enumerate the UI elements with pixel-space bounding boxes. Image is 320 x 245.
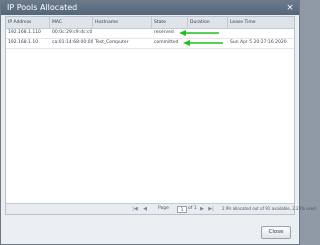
allocated-ip-table: IP Address MAC Hostname State Duration L… — [5, 16, 316, 215]
cell-hostname — [93, 28, 152, 38]
column-header-duration[interactable]: Duration — [188, 17, 228, 28]
next-page-icon[interactable]: ▶ — [199, 206, 205, 212]
close-icon[interactable]: × — [285, 3, 295, 13]
column-header-lease-time[interactable]: Lease Time — [228, 17, 294, 28]
column-header-hostname[interactable]: Hostname — [93, 17, 152, 28]
cell-mac: 00:0c:29:c9:dc:c0 — [52, 30, 93, 35]
column-header-mac[interactable]: MAC — [50, 17, 93, 28]
cell-hostname: Test_Computer — [95, 40, 129, 45]
column-header-state[interactable]: State — [152, 17, 188, 28]
column-header-ip-address[interactable]: IP Address — [6, 17, 50, 28]
dialog-title: IP Pools Allocated — [7, 3, 78, 12]
cell-lease-time — [228, 28, 294, 38]
close-button[interactable]: Close — [261, 226, 291, 239]
annotation-arrow-icon — [179, 30, 219, 36]
cell-ip-address: 192.168.1.110 — [8, 30, 41, 35]
cell-ip-address: 192.168.1.10 — [8, 40, 39, 45]
allocation-summary: 2 IPs allocated out of 91 available, 2.2… — [222, 206, 316, 211]
ip-pools-dialog: IP Pools Allocated × IP Address MAC Host… — [0, 0, 316, 245]
page-number-input[interactable]: 1 — [177, 206, 187, 213]
pagination-bar: |◀ ◀ Page 1 of 1 ▶ ▶| 2 IPs allocated ou… — [6, 203, 316, 214]
prev-page-icon[interactable]: ◀ — [142, 206, 148, 212]
page-label: Page — [158, 206, 169, 211]
page-count-label: of 1 — [188, 206, 197, 211]
last-page-icon[interactable]: ▶| — [208, 206, 214, 212]
dialog-titlebar: IP Pools Allocated × — [1, 1, 299, 15]
annotation-arrow-icon — [183, 40, 223, 46]
first-page-icon[interactable]: |◀ — [132, 206, 138, 212]
cell-lease-time: Sun Apr 5 20:27:16 2020 — [230, 40, 287, 45]
table-row[interactable]: 192.168.1.10 ca:01:14:68:00:00 Test_Comp… — [6, 38, 294, 49]
cell-mac: ca:01:14:68:00:00 — [52, 40, 93, 45]
